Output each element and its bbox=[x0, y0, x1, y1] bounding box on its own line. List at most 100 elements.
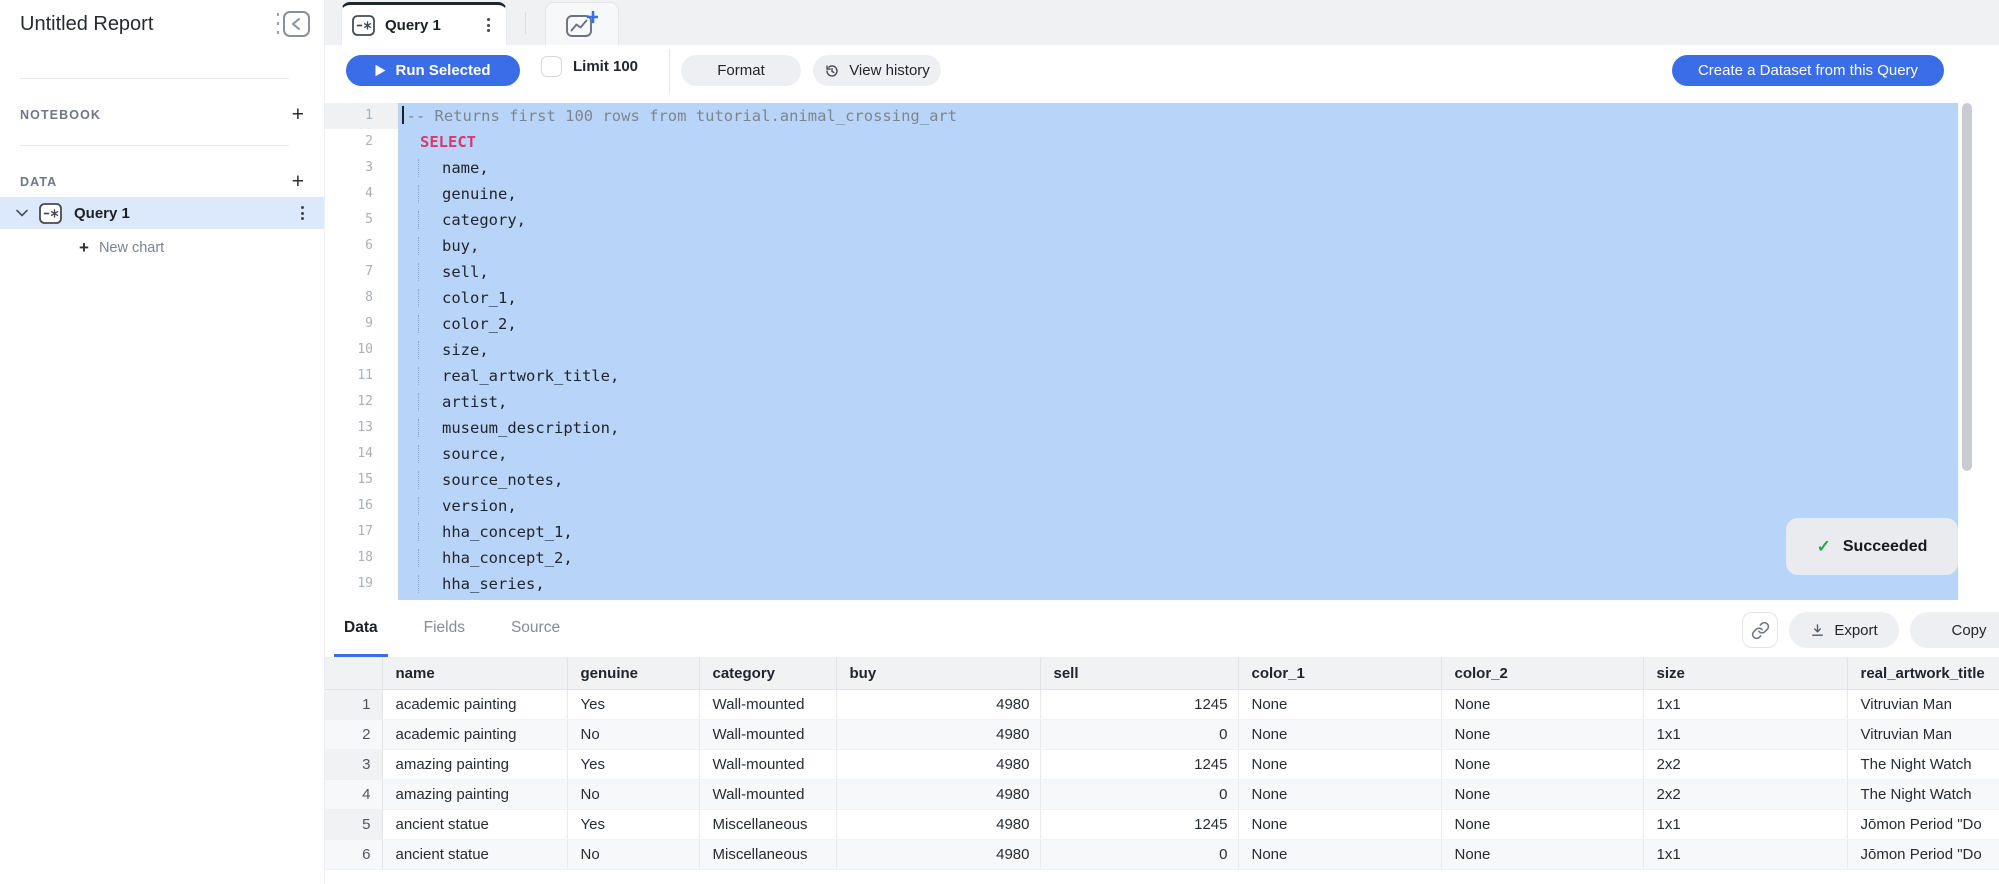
table-cell: 0 bbox=[1040, 719, 1238, 749]
column-header-name[interactable]: name bbox=[382, 658, 567, 689]
table-cell: Vitruvian Man bbox=[1847, 689, 1999, 719]
format-button[interactable]: Format bbox=[681, 55, 801, 86]
code-line[interactable]: hha_concept_1, bbox=[398, 519, 1958, 545]
tab-data[interactable]: Data bbox=[334, 602, 388, 657]
play-icon bbox=[375, 64, 386, 77]
line-number: 11 bbox=[325, 363, 398, 389]
table-cell: 1245 bbox=[1040, 689, 1238, 719]
view-history-button[interactable]: View history bbox=[813, 55, 941, 86]
table-row[interactable]: 3amazing paintingYesWall-mounted49801245… bbox=[325, 749, 1999, 779]
column-header-sell[interactable]: sell bbox=[1040, 658, 1238, 689]
collapse-sidebar-icon[interactable] bbox=[275, 11, 311, 37]
editor-scrollbar[interactable] bbox=[1962, 103, 1972, 471]
table-cell: 4980 bbox=[836, 839, 1040, 869]
table-cell: None bbox=[1441, 719, 1643, 749]
limit-label: Limit 100 bbox=[573, 58, 638, 75]
text-cursor bbox=[402, 106, 404, 124]
table-cell: amazing painting bbox=[382, 749, 567, 779]
table-header-row: namegenuinecategorybuysellcolor_1color_2… bbox=[325, 658, 1999, 689]
results-tabs: Data Fields Source bbox=[334, 602, 596, 657]
limit-checkbox[interactable] bbox=[541, 56, 562, 77]
table-cell: ancient statue bbox=[382, 809, 567, 839]
table-cell: 4980 bbox=[836, 779, 1040, 809]
code-line[interactable]: source_notes, bbox=[398, 467, 1958, 493]
tab-new-chart-cell[interactable] bbox=[545, 2, 619, 45]
sidebar-item-query1[interactable]: Query 1 bbox=[0, 197, 324, 229]
export-button[interactable]: Export bbox=[1789, 612, 1899, 648]
chevron-down-icon[interactable] bbox=[16, 209, 28, 217]
code-line[interactable]: category, bbox=[398, 207, 1958, 233]
plus-icon: + bbox=[79, 238, 89, 258]
table-cell: 1x1 bbox=[1643, 689, 1847, 719]
notebook-section-header: NOTEBOOK + bbox=[20, 103, 304, 127]
new-chart-label: New chart bbox=[99, 240, 164, 256]
code-line[interactable]: size, bbox=[398, 337, 1958, 363]
line-number: 2 bbox=[325, 129, 398, 155]
line-number: 4 bbox=[325, 181, 398, 207]
code-line[interactable]: color_1, bbox=[398, 285, 1958, 311]
table-cell: None bbox=[1441, 839, 1643, 869]
row-number: 3 bbox=[325, 749, 382, 779]
download-icon bbox=[1810, 623, 1825, 638]
table-cell: 2x2 bbox=[1643, 749, 1847, 779]
code-line[interactable]: color_2, bbox=[398, 311, 1958, 337]
table-cell: 0 bbox=[1040, 839, 1238, 869]
table-cell: 1x1 bbox=[1643, 809, 1847, 839]
sidebar-divider bbox=[20, 145, 289, 146]
create-dataset-button[interactable]: Create a Dataset from this Query bbox=[1672, 55, 1944, 86]
table-cell: No bbox=[567, 719, 699, 749]
history-icon bbox=[824, 63, 840, 79]
code-line[interactable]: genuine, bbox=[398, 181, 1958, 207]
line-number: 9 bbox=[325, 311, 398, 337]
code-line[interactable]: version, bbox=[398, 493, 1958, 519]
table-cell: 4980 bbox=[836, 809, 1040, 839]
code-line[interactable]: source, bbox=[398, 441, 1958, 467]
code-line[interactable]: SELECT bbox=[398, 129, 1958, 155]
column-header-real_artwork_title[interactable]: real_artwork_title bbox=[1847, 658, 1999, 689]
sidebar-item-new-chart[interactable]: + New chart bbox=[0, 233, 324, 263]
code-line[interactable]: name, bbox=[398, 155, 1958, 181]
table-row[interactable]: 1academic paintingYesWall-mounted4980124… bbox=[325, 689, 1999, 719]
run-selected-button[interactable]: Run Selected bbox=[346, 55, 520, 86]
line-number: 13 bbox=[325, 415, 398, 441]
copy-button[interactable]: Copy bbox=[1910, 612, 1999, 648]
report-title[interactable]: Untitled Report bbox=[20, 13, 153, 36]
table-row[interactable]: 5ancient statueYesMiscellaneous49801245N… bbox=[325, 809, 1999, 839]
code-line[interactable]: -- Returns first 100 rows from tutorial.… bbox=[398, 103, 1958, 129]
column-header-size[interactable]: size bbox=[1643, 658, 1847, 689]
table-cell: 1245 bbox=[1040, 809, 1238, 839]
table-row[interactable]: 4amazing paintingNoWall-mounted49800None… bbox=[325, 779, 1999, 809]
table-row[interactable]: 2academic paintingNoWall-mounted49800Non… bbox=[325, 719, 1999, 749]
format-button-label: Format bbox=[717, 62, 765, 79]
query-toolbar: Run Selected Limit 100 Format View histo… bbox=[325, 45, 1999, 97]
column-header-category[interactable]: category bbox=[699, 658, 836, 689]
add-data-button[interactable]: + bbox=[292, 172, 304, 192]
share-link-button[interactable] bbox=[1742, 612, 1778, 648]
sql-editor[interactable]: 12345678910111213141516171819 -- Returns… bbox=[325, 97, 1999, 602]
tab-menu-kebab-icon[interactable] bbox=[483, 14, 494, 36]
query-menu-kebab-icon[interactable] bbox=[297, 202, 308, 224]
code-line[interactable]: buy, bbox=[398, 233, 1958, 259]
column-header-genuine[interactable]: genuine bbox=[567, 658, 699, 689]
code-line[interactable]: real_artwork_title, bbox=[398, 363, 1958, 389]
code-area[interactable]: -- Returns first 100 rows from tutorial.… bbox=[398, 103, 1958, 600]
sql-cell-icon bbox=[39, 203, 62, 224]
table-row[interactable]: 6ancient statueNoMiscellaneous49800NoneN… bbox=[325, 839, 1999, 869]
column-header-color_1[interactable]: color_1 bbox=[1238, 658, 1441, 689]
tab-fields[interactable]: Fields bbox=[414, 602, 475, 657]
code-line[interactable]: artist, bbox=[398, 389, 1958, 415]
column-header-buy[interactable]: buy bbox=[836, 658, 1040, 689]
code-line[interactable]: sell, bbox=[398, 259, 1958, 285]
table-cell: academic painting bbox=[382, 689, 567, 719]
line-number: 10 bbox=[325, 337, 398, 363]
tab-source[interactable]: Source bbox=[501, 602, 570, 657]
add-notebook-cell-button[interactable]: + bbox=[292, 105, 304, 125]
table-cell: None bbox=[1238, 809, 1441, 839]
column-header-color_2[interactable]: color_2 bbox=[1441, 658, 1643, 689]
line-number-gutter: 12345678910111213141516171819 bbox=[325, 103, 398, 597]
code-line[interactable]: hha_series, bbox=[398, 571, 1958, 597]
tab-query1[interactable]: Query 1 bbox=[341, 2, 507, 45]
sidebar: Untitled Report NOTEBOOK + DATA + bbox=[0, 0, 325, 884]
code-line[interactable]: museum_description, bbox=[398, 415, 1958, 441]
code-line[interactable]: hha_concept_2, bbox=[398, 545, 1958, 571]
